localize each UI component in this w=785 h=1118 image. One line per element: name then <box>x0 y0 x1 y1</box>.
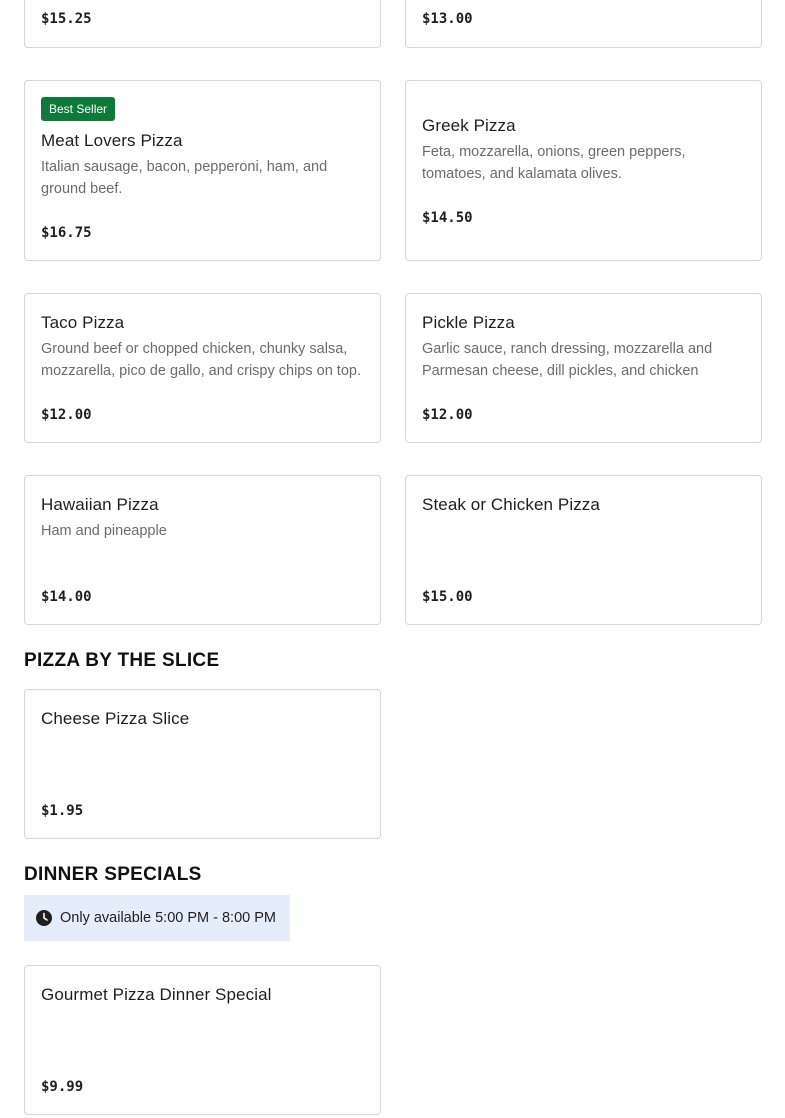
menu-item-card[interactable]: $15.25 <box>24 0 381 48</box>
menu-item-card-cheese-slice[interactable]: Cheese Pizza Slice $1.95 <box>24 689 381 839</box>
availability-notice: Only available 5:00 PM - 8:00 PM <box>24 895 290 941</box>
item-price: $14.50 <box>422 210 473 226</box>
menu-item-card-greek[interactable]: Greek Pizza Feta, mozzarella, onions, gr… <box>405 80 762 261</box>
item-price: $15.00 <box>422 589 473 605</box>
menu-item-card-pickle[interactable]: Pickle Pizza Garlic sauce, ranch dressin… <box>405 293 762 443</box>
item-name: Gourmet Pizza Dinner Special <box>41 985 272 1004</box>
item-name: Taco Pizza <box>41 313 125 332</box>
clock-icon <box>36 910 52 926</box>
menu-item-card-gourmet-dinner-special[interactable]: Gourmet Pizza Dinner Special $9.99 <box>24 965 381 1115</box>
availability-text: Only available 5:00 PM - 8:00 PM <box>60 910 276 926</box>
section-title-pizza-by-the-slice: PIZZA BY THE SLICE <box>24 650 220 671</box>
item-price: $16.75 <box>41 225 92 241</box>
best-seller-badge: Best Seller <box>41 97 116 121</box>
item-price: $9.99 <box>41 1079 84 1095</box>
item-name: Greek Pizza <box>422 116 516 135</box>
item-name: Hawaiian Pizza <box>41 495 159 514</box>
item-name: Meat Lovers Pizza <box>41 131 183 150</box>
item-description: Italian sausage, bacon, pepperoni, ham, … <box>41 159 328 197</box>
item-price: $14.00 <box>41 589 92 605</box>
section-title-dinner-specials: DINNER SPECIALS <box>24 864 202 885</box>
item-description: Ham and pineapple <box>41 523 167 539</box>
menu-item-card-hawaiian[interactable]: Hawaiian Pizza Ham and pineapple $14.00 <box>24 475 381 625</box>
item-price: $1.95 <box>41 803 84 819</box>
menu-item-card-meat-lovers[interactable]: Best Seller Meat Lovers Pizza Italian sa… <box>24 80 381 261</box>
item-name: Pickle Pizza <box>422 313 515 332</box>
item-name: Cheese Pizza Slice <box>41 709 190 728</box>
item-price: $13.00 <box>422 11 473 27</box>
menu-item-card-taco[interactable]: Taco Pizza Ground beef or chopped chicke… <box>24 293 381 443</box>
item-description: Ground beef or chopped chicken, chunky s… <box>41 341 361 379</box>
item-price: $15.25 <box>41 11 92 27</box>
item-name: Steak or Chicken Pizza <box>422 495 600 514</box>
menu-item-card-steak-or-chicken[interactable]: Steak or Chicken Pizza $15.00 <box>405 475 762 625</box>
menu-item-card[interactable]: $13.00 <box>405 0 762 48</box>
item-description: Feta, mozzarella, onions, green peppers,… <box>422 144 686 182</box>
item-price: $12.00 <box>422 407 473 423</box>
item-price: $12.00 <box>41 407 92 423</box>
item-description: Garlic sauce, ranch dressing, mozzarella… <box>422 341 713 379</box>
